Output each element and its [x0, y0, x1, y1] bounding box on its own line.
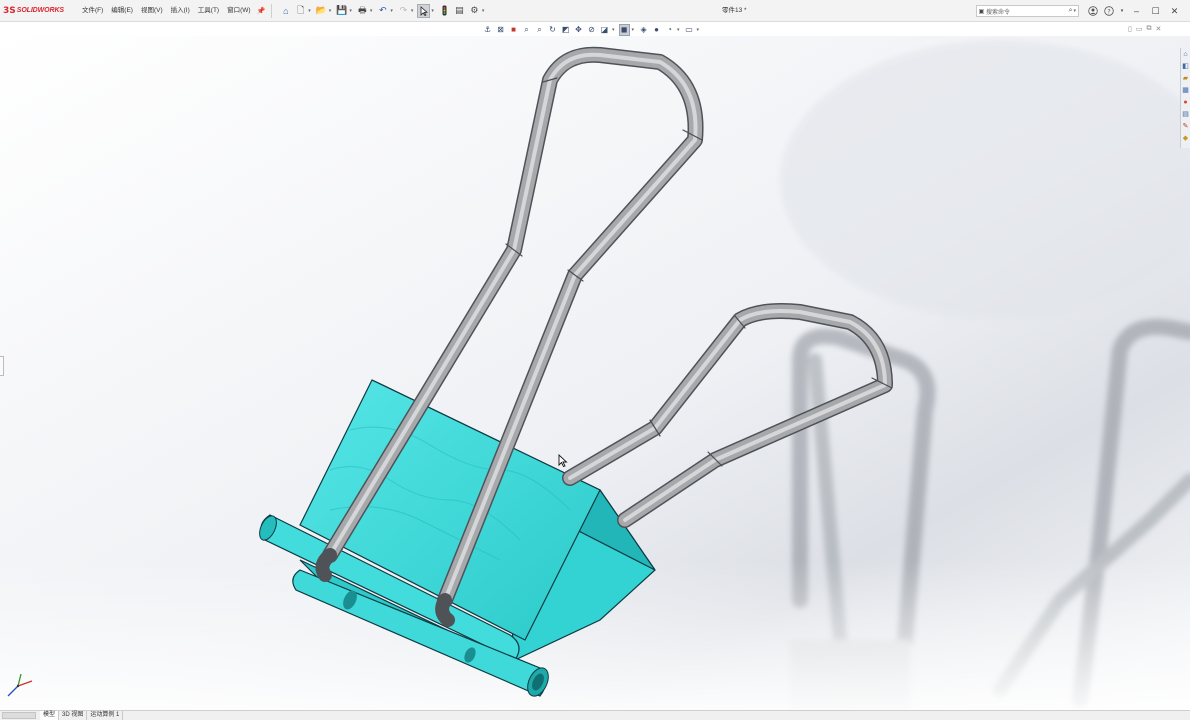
tab-scroll-control[interactable]: [2, 712, 36, 719]
search-scope-icon[interactable]: ▣: [977, 6, 986, 16]
display-style-icon[interactable]: ⊘: [586, 24, 597, 36]
select-icon[interactable]: [417, 3, 431, 18]
redo-icon[interactable]: ↷: [397, 4, 410, 18]
feature-manager-collapse-handle[interactable]: [0, 356, 4, 376]
display-dropdown-icon[interactable]: ▾: [632, 27, 635, 33]
model-viewport[interactable]: [0, 36, 1190, 710]
section-view-icon[interactable]: ⌕: [521, 24, 532, 36]
save-icon[interactable]: 💾: [335, 4, 348, 18]
view-settings-dropdown-icon[interactable]: ▾: [697, 27, 700, 33]
redo-dropdown-icon[interactable]: ▾: [411, 8, 414, 14]
menu-view[interactable]: 视图(V): [137, 0, 167, 22]
tab-3d-views[interactable]: 3D 视图: [59, 711, 88, 720]
hide-show-items-icon[interactable]: ◈: [638, 24, 649, 36]
print-dropdown-icon[interactable]: ▾: [370, 8, 373, 14]
menu-tools[interactable]: 工具(T): [194, 0, 223, 22]
home-icon[interactable]: ⌂: [279, 4, 292, 18]
bottom-tab-bar: 模型 3D 视图 运动算例 1: [0, 710, 1190, 720]
task-pane-tabs: ⌂ ◧ ▰ ▦ ● ▤ ✎ ◆: [1180, 48, 1190, 148]
options-icon[interactable]: ⚙: [468, 4, 481, 18]
solidworks-logo[interactable]: 3S SOLIDWORKS: [3, 0, 64, 22]
maximize-icon[interactable]: ☐: [1146, 0, 1165, 22]
tab-motion-study[interactable]: 运动算例 1: [87, 711, 124, 720]
view-palette-icon[interactable]: ▦: [1181, 84, 1190, 96]
close-icon[interactable]: ✕: [1165, 0, 1184, 22]
dynamic-annotation-icon[interactable]: ⌕: [534, 24, 545, 36]
print-icon[interactable]: 🖶: [356, 4, 369, 18]
view-orientation-icon[interactable]: ◩: [560, 24, 571, 36]
tile-icon[interactable]: ▯: [1128, 25, 1132, 33]
previous-view-icon[interactable]: ■: [508, 24, 519, 36]
rotate-view-icon[interactable]: ↻: [547, 24, 558, 36]
search-input[interactable]: 搜索命令: [986, 7, 1069, 16]
undo-dropdown-icon[interactable]: ▾: [390, 8, 393, 14]
close-view-icon[interactable]: ✕: [1155, 25, 1161, 33]
open-dropdown-icon[interactable]: ▾: [329, 8, 332, 14]
menu-window[interactable]: 窗口(W): [223, 0, 254, 22]
search-dropdown-icon[interactable]: ▾: [1073, 8, 1076, 14]
title-right-controls: ? ▾ – ☐ ✕: [1085, 0, 1184, 22]
appearances-icon[interactable]: ●: [1181, 96, 1190, 108]
resources-icon[interactable]: ⌂: [1181, 48, 1190, 60]
edit-appearance-icon[interactable]: ●: [651, 24, 662, 36]
custom-properties-icon[interactable]: ▤: [1181, 108, 1190, 120]
solidworks-forum-icon[interactable]: ◆: [1181, 132, 1190, 144]
menu-bar: 文件(F) 编辑(E) 视图(V) 插入(I) 工具(T) 窗口(W): [78, 0, 255, 22]
logo-text: SOLIDWORKS: [16, 7, 64, 14]
document-title: 零件13 *: [722, 7, 747, 14]
toolbar-separator: [271, 3, 273, 18]
search-commands[interactable]: ▣ 搜索命令 ⌕ ▾: [976, 5, 1079, 17]
restore-view-icon[interactable]: ▭: [1136, 25, 1143, 33]
save-dropdown-icon[interactable]: ▾: [349, 8, 352, 14]
pin-icon[interactable]: 📌: [257, 7, 266, 15]
section-plane-icon[interactable]: ◪: [599, 24, 610, 36]
scene-dropdown-icon[interactable]: ▾: [677, 27, 680, 33]
minimize-icon[interactable]: –: [1127, 0, 1146, 22]
maximize-view-icon[interactable]: ⧉: [1146, 25, 1151, 33]
new-document-icon[interactable]: 🗋: [294, 4, 307, 18]
reference-triad-icon[interactable]: [4, 672, 34, 700]
zoom-to-area-icon[interactable]: ⊠: [495, 24, 506, 36]
menu-edit[interactable]: 编辑(E): [107, 0, 137, 22]
svg-text:?: ?: [1107, 7, 1110, 15]
logo-mark: 3S: [3, 5, 16, 16]
design-library-icon[interactable]: ◧: [1181, 60, 1190, 72]
help-dropdown-icon[interactable]: ▾: [1117, 0, 1127, 22]
open-icon[interactable]: 📂: [315, 4, 328, 18]
graphics-area[interactable]: [0, 36, 1190, 710]
options-dropdown-icon[interactable]: ▾: [482, 8, 485, 14]
pan-icon[interactable]: ✥: [573, 24, 584, 36]
menu-file[interactable]: 文件(F): [78, 0, 107, 22]
select-dropdown-icon[interactable]: ▾: [431, 8, 434, 14]
mouse-cursor-icon: [558, 454, 568, 468]
search-icon[interactable]: ⌕: [1069, 7, 1073, 15]
menu-insert[interactable]: 插入(I): [167, 0, 194, 22]
traffic-light-icon[interactable]: [438, 4, 451, 18]
help-icon[interactable]: ?: [1101, 0, 1117, 22]
user-icon[interactable]: [1085, 0, 1101, 22]
file-properties-icon[interactable]: ▤: [453, 4, 466, 18]
zoom-to-fit-icon[interactable]: ⚓: [482, 24, 493, 36]
tab-model[interactable]: 模型: [40, 711, 60, 720]
apply-scene-icon[interactable]: ◔: [664, 24, 675, 36]
orientation-dropdown-icon[interactable]: ▾: [612, 27, 615, 33]
forum-icon[interactable]: ✎: [1181, 120, 1190, 132]
shaded-with-edges-icon[interactable]: ◼: [618, 23, 630, 36]
heads-up-view-toolbar: ⚓ ⊠ ■ ⌕ ⌕ ↻ ◩ ✥ ⊘ ◪ ▾ ◼ ▾ ◈ ● ◔ ▾ ▭ ▾: [482, 23, 703, 36]
undo-icon[interactable]: ↶: [376, 4, 389, 18]
new-dropdown-icon[interactable]: ▾: [308, 8, 311, 14]
view-settings-icon[interactable]: ▭: [684, 24, 695, 36]
file-explorer-icon[interactable]: ▰: [1181, 72, 1190, 84]
viewport-window-controls: ▯ ▭ ⧉ ✕: [1124, 25, 1161, 33]
